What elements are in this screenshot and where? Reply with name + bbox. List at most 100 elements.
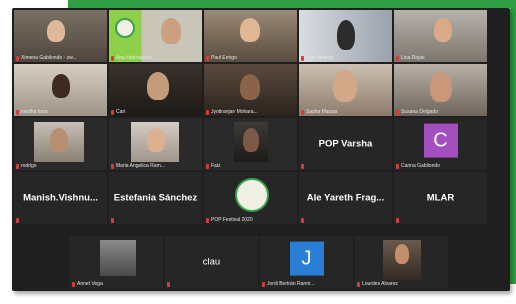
- participant-tile[interactable]: rodrigo: [14, 118, 107, 170]
- participant-name: Jordi Bertrán Ramir...: [262, 281, 314, 287]
- participant-name: Lourdes Alvarez: [357, 281, 398, 287]
- participant-name: [301, 164, 304, 169]
- muted-mic-icon: [72, 281, 75, 287]
- video-feed: [100, 240, 136, 276]
- participant-name: rodrigo: [16, 163, 37, 169]
- participant-tile[interactable]: Susana Delgado: [394, 64, 487, 116]
- participant-name: Maria Angelica Ram...: [111, 163, 165, 169]
- muted-mic-icon: [301, 55, 304, 61]
- participant-tile[interactable]: Annet Vega: [70, 236, 163, 288]
- participant-name: Jyotiranjan Mohara...: [206, 109, 258, 115]
- participant-tile[interactable]: POP Festival 2020: [204, 172, 297, 224]
- muted-mic-icon: [206, 55, 209, 61]
- participant-name: Sasha Macias: [301, 109, 337, 115]
- muted-mic-icon: [301, 164, 304, 169]
- participant-tile[interactable]: Ale Yareth Frag...: [299, 172, 392, 224]
- participant-name: [301, 218, 304, 223]
- participant-name: Paul Enrigo: [206, 55, 237, 61]
- participant-face: [337, 20, 355, 50]
- muted-mic-icon: [111, 55, 114, 61]
- muted-mic-icon: [16, 218, 19, 223]
- participant-face: [333, 70, 357, 102]
- participant-name: Yara Beltran: [301, 55, 333, 61]
- participant-name: [16, 218, 19, 223]
- participant-display-name: Manish.Vishnu...: [23, 192, 98, 204]
- participant-name: Lina Rojas: [396, 55, 425, 61]
- participant-face: [240, 18, 260, 42]
- participant-tile[interactable]: Paul Enrigo: [204, 10, 297, 62]
- participant-face: [240, 74, 260, 100]
- participant-face: [395, 244, 409, 264]
- muted-mic-icon: [357, 281, 360, 287]
- participant-tile[interactable]: Lina Rojas: [394, 10, 487, 62]
- muted-mic-icon: [396, 163, 399, 169]
- muted-mic-icon: [301, 218, 304, 223]
- participant-face: [147, 128, 165, 152]
- muted-mic-icon: [111, 218, 114, 223]
- muted-mic-icon: [16, 55, 19, 61]
- participant-tile[interactable]: Lourdes Alvarez: [355, 236, 448, 288]
- festival-logo: [235, 178, 269, 212]
- participant-display-name: POP Varsha: [318, 138, 373, 150]
- participant-name: medha hora: [16, 109, 48, 115]
- participant-face: [147, 72, 169, 100]
- participant-name: [111, 218, 114, 223]
- video-gallery: Ximena Gabilondo - zw... Ana Hanhausen P…: [12, 8, 510, 291]
- participant-face: [47, 20, 65, 42]
- participant-tile[interactable]: clau: [165, 236, 258, 288]
- participant-name: Annet Vega: [72, 281, 103, 287]
- participant-tile[interactable]: Manish.Vishnu...: [14, 172, 107, 224]
- participant-face: [161, 18, 181, 44]
- avatar: J: [289, 241, 324, 276]
- decorative-green-side: [510, 0, 516, 284]
- muted-mic-icon: [206, 109, 209, 115]
- muted-mic-icon: [206, 163, 209, 169]
- muted-mic-icon: [111, 163, 114, 169]
- participant-display-name: Estefania Sánchez: [113, 192, 198, 204]
- participant-tile[interactable]: Ana Hanhausen: [109, 10, 202, 62]
- participant-tile[interactable]: Cari: [109, 64, 202, 116]
- participant-name: [167, 282, 170, 287]
- participant-tile[interactable]: Sasha Macias: [299, 64, 392, 116]
- participant-name: Ximena Gabilondo - zw...: [16, 55, 77, 61]
- participant-name: Cari: [111, 109, 125, 115]
- participant-tile[interactable]: Maria Angelica Ram...: [109, 118, 202, 170]
- participant-name: Faiz: [206, 163, 220, 169]
- participant-name: Ana Hanhausen: [111, 55, 152, 61]
- participant-name: Susana Delgado: [396, 109, 438, 115]
- festival-logo: [115, 18, 135, 38]
- muted-mic-icon: [396, 218, 399, 223]
- muted-mic-icon: [167, 282, 170, 287]
- participant-tile[interactable]: medha hora: [14, 64, 107, 116]
- participant-tile[interactable]: C Carina Gabilondo: [394, 118, 487, 170]
- participant-name: POP Festival 2020: [206, 217, 253, 223]
- decorative-green-band: [68, 0, 516, 8]
- participant-face: [50, 128, 68, 152]
- muted-mic-icon: [396, 109, 399, 115]
- muted-mic-icon: [301, 109, 304, 115]
- participant-display-name: MLAR: [426, 192, 455, 204]
- participant-face: [52, 74, 70, 98]
- participant-display-name: clau: [202, 256, 221, 268]
- participant-display-name: Ale Yareth Frag...: [306, 192, 385, 204]
- participant-tile[interactable]: Estefania Sánchez: [109, 172, 202, 224]
- participant-tile[interactable]: MLAR: [394, 172, 487, 224]
- participant-tile[interactable]: POP Varsha: [299, 118, 392, 170]
- muted-mic-icon: [111, 109, 114, 115]
- participant-tile[interactable]: Yara Beltran: [299, 10, 392, 62]
- muted-mic-icon: [16, 163, 19, 169]
- muted-mic-icon: [206, 217, 209, 223]
- participant-face: [434, 18, 452, 42]
- muted-mic-icon: [396, 55, 399, 61]
- participant-name: Carina Gabilondo: [396, 163, 440, 169]
- participant-tile[interactable]: Jyotiranjan Mohara...: [204, 64, 297, 116]
- participant-tile[interactable]: Faiz: [204, 118, 297, 170]
- participant-face: [430, 72, 452, 102]
- participant-name: [396, 218, 399, 223]
- muted-mic-icon: [16, 109, 19, 115]
- muted-mic-icon: [262, 281, 265, 287]
- avatar: C: [423, 123, 458, 158]
- participant-face: [243, 128, 259, 152]
- participant-tile[interactable]: J Jordi Bertrán Ramir...: [260, 236, 353, 288]
- participant-tile[interactable]: Ximena Gabilondo - zw...: [14, 10, 107, 62]
